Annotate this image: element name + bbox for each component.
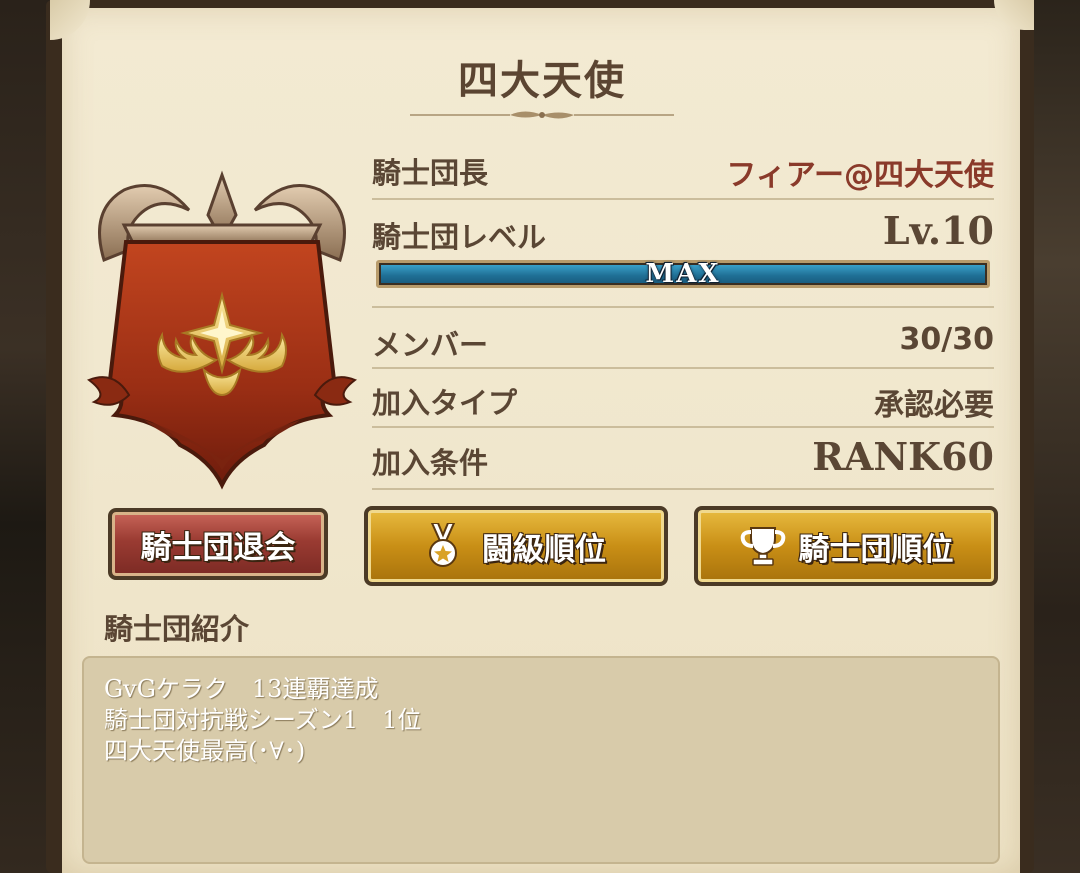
intro-line: 騎士団対抗戦シーズン1 1位 (104, 706, 422, 734)
guild-level-value: Lv.10 (882, 208, 994, 253)
divider (372, 426, 994, 428)
divider (372, 488, 994, 490)
level-progress-bar: MAX (376, 259, 990, 289)
battle-rank-button[interactable]: 闘級順位 (364, 506, 668, 586)
guild-leader-label: 騎士団長 (372, 156, 489, 190)
join-condition-value: RANK60 (812, 434, 994, 479)
guild-leader-value[interactable]: フィアー@四大天使 (726, 150, 994, 194)
leave-guild-button[interactable]: 騎士団退会 (108, 508, 328, 580)
guild-rank-label: 騎士団順位 (798, 531, 954, 568)
leave-guild-label: 騎士団退会 (140, 529, 296, 566)
row-guild-leader: 騎士団長 フィアー@四大天使 (372, 150, 994, 196)
intro-text-box: GvGケラク 13連覇達成 騎士団対抗戦シーズン1 1位 四大天使最高(･∀･) (82, 656, 1000, 864)
join-type-label: 加入タイプ (372, 386, 518, 420)
crest-emblem (86, 170, 358, 490)
join-condition-label: 加入条件 (372, 446, 489, 480)
guild-level-label: 騎士団レベル (372, 220, 547, 254)
intro-line: GvGケラク 13連覇達成 (104, 675, 379, 703)
trophy-icon (739, 526, 787, 566)
row-guild-level: 騎士団レベル Lv.10 (372, 208, 994, 260)
divider (372, 367, 994, 369)
divider (372, 198, 994, 200)
row-members: メンバー 30/30 (372, 322, 994, 368)
intro-line: 四大天使最高(･∀･) (104, 737, 306, 765)
members-value: 30/30 (899, 322, 994, 357)
title-ornament (410, 111, 674, 119)
row-join-condition: 加入条件 RANK60 (372, 434, 994, 486)
intro-heading: 騎士団紹介 (104, 612, 250, 646)
members-label: メンバー (372, 328, 489, 362)
divider (372, 306, 994, 308)
join-type-value: 承認必要 (874, 388, 994, 423)
medal-icon (426, 523, 460, 569)
guild-name-title: 四大天使 (458, 57, 626, 104)
battle-rank-label: 闘級順位 (482, 531, 606, 568)
row-join-type: 加入タイプ 承認必要 (372, 380, 994, 426)
level-progress-label: MAX (645, 259, 721, 289)
guild-rank-button[interactable]: 騎士団順位 (694, 506, 998, 586)
